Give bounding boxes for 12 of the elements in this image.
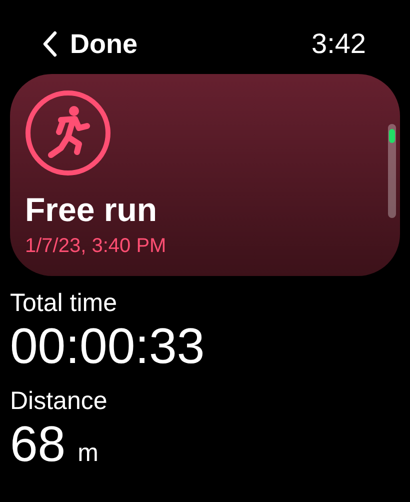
workout-card[interactable]: Free run 1/7/23, 3:40 PM [10, 74, 400, 276]
chevron-left-icon [42, 30, 58, 58]
runner-icon [25, 90, 111, 176]
clock-time: 3:42 [312, 28, 366, 60]
back-button[interactable]: Done [42, 28, 138, 60]
stat-label: Distance [10, 386, 108, 416]
stat-value: 00:00:33 [10, 318, 205, 374]
workout-title: Free run [25, 191, 158, 229]
workout-date: 1/7/23, 3:40 PM [25, 235, 168, 258]
stat-label: Total time [10, 288, 118, 318]
stat-unit: m [78, 439, 98, 468]
stat-value: 68 [10, 416, 66, 472]
